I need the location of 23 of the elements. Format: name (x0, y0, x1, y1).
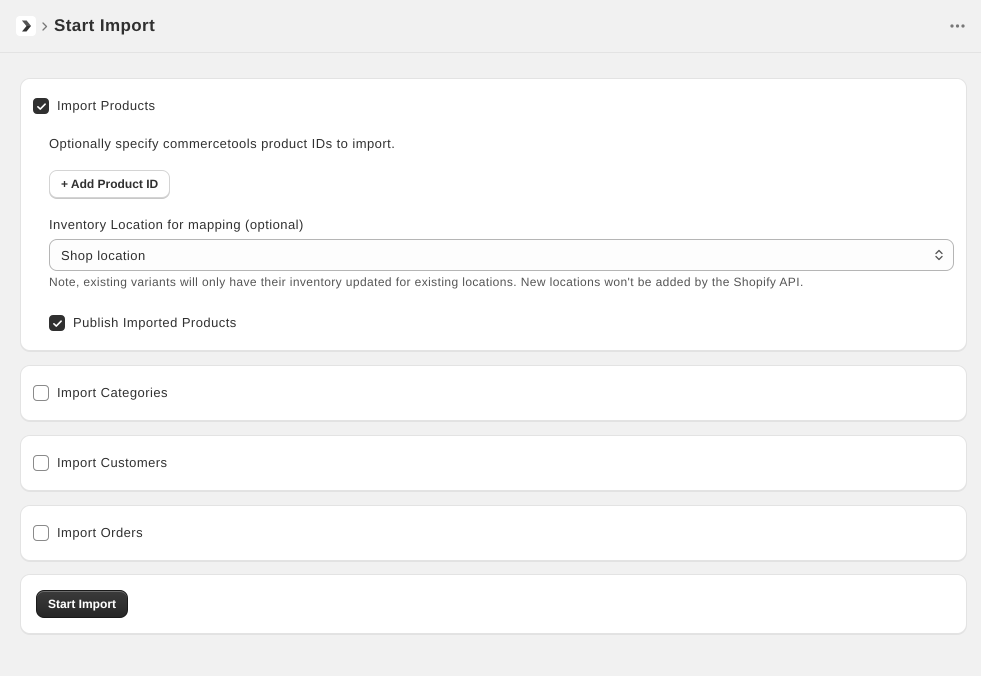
checkbox-label[interactable]: Import Products (57, 96, 156, 116)
chevron-right-icon (42, 22, 48, 30)
checkbox[interactable] (33, 525, 49, 541)
start-import-button[interactable]: Start Import (36, 590, 128, 618)
checkmark-icon (36, 102, 46, 110)
page-title: Start Import (54, 16, 156, 36)
checkbox[interactable] (33, 455, 49, 471)
location-select[interactable]: Shop location (49, 239, 954, 271)
add-product-id-button[interactable]: + Add Product ID (49, 170, 170, 198)
checkbox-label[interactable]: Import Orders (57, 523, 144, 543)
description-text: Optionally specify commercetools product IDs to import. (49, 135, 396, 153)
checkbox[interactable] (49, 315, 65, 331)
more-options-icon[interactable] (950, 24, 965, 28)
checkmark-icon (52, 320, 62, 326)
checkbox-label[interactable]: Import Customers (57, 453, 168, 473)
help-text: Note, existing variants will only have their inventory updated for existing locations. New locations won't be added by the Shopify API. (49, 274, 804, 290)
chevron-logo-icon[interactable] (16, 16, 36, 36)
field-label: Inventory Location for mapping (optional) (49, 216, 304, 234)
select-chevrons-icon (935, 249, 943, 261)
checkbox[interactable] (33, 98, 49, 114)
checkbox[interactable] (33, 385, 49, 401)
checkbox-label[interactable]: Publish Imported Products (73, 313, 237, 333)
checkbox-label[interactable]: Import Categories (57, 383, 168, 403)
